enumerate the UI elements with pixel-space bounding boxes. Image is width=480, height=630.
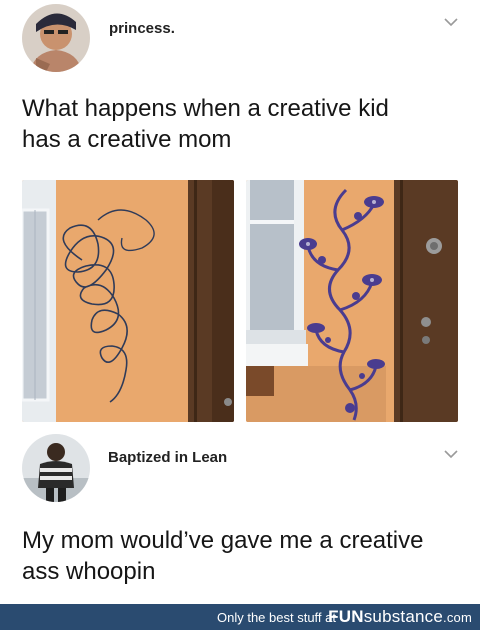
post-header: princess. <box>0 0 480 80</box>
scribbled-wall-photo[interactable] <box>22 180 234 422</box>
commenter-avatar[interactable] <box>22 434 90 502</box>
author-avatar[interactable] <box>22 4 90 72</box>
comment-chevron-down-icon[interactable] <box>443 448 459 460</box>
comment-text-line-1: My mom would’ve gave me a creative <box>22 527 424 554</box>
brand-suffix: substance <box>363 607 444 626</box>
brand-domain: .com <box>443 610 472 625</box>
post-text: What happens when a creative kid has a c… <box>22 93 462 155</box>
comment-text-line-2: ass whoopin <box>22 558 156 585</box>
footer-tagline: Only the best stuff at <box>217 610 336 625</box>
post-text-line-2: has a creative mom <box>22 126 232 153</box>
commenter-name[interactable]: Baptized in Lean <box>108 449 227 466</box>
brand-prefix: FUN <box>328 607 364 626</box>
post-text-line-1: What happens when a creative kid <box>22 95 389 122</box>
chevron-down-icon[interactable] <box>443 16 459 28</box>
watermark-footer: Only the best stuff at FUNsubstance.com <box>0 604 480 630</box>
comment-text: My mom would’ve gave me a creative ass w… <box>22 525 462 587</box>
author-name[interactable]: princess. <box>109 20 175 37</box>
footer-brand[interactable]: FUNsubstance.com <box>328 607 472 627</box>
painted-wall-photo[interactable] <box>246 180 458 422</box>
